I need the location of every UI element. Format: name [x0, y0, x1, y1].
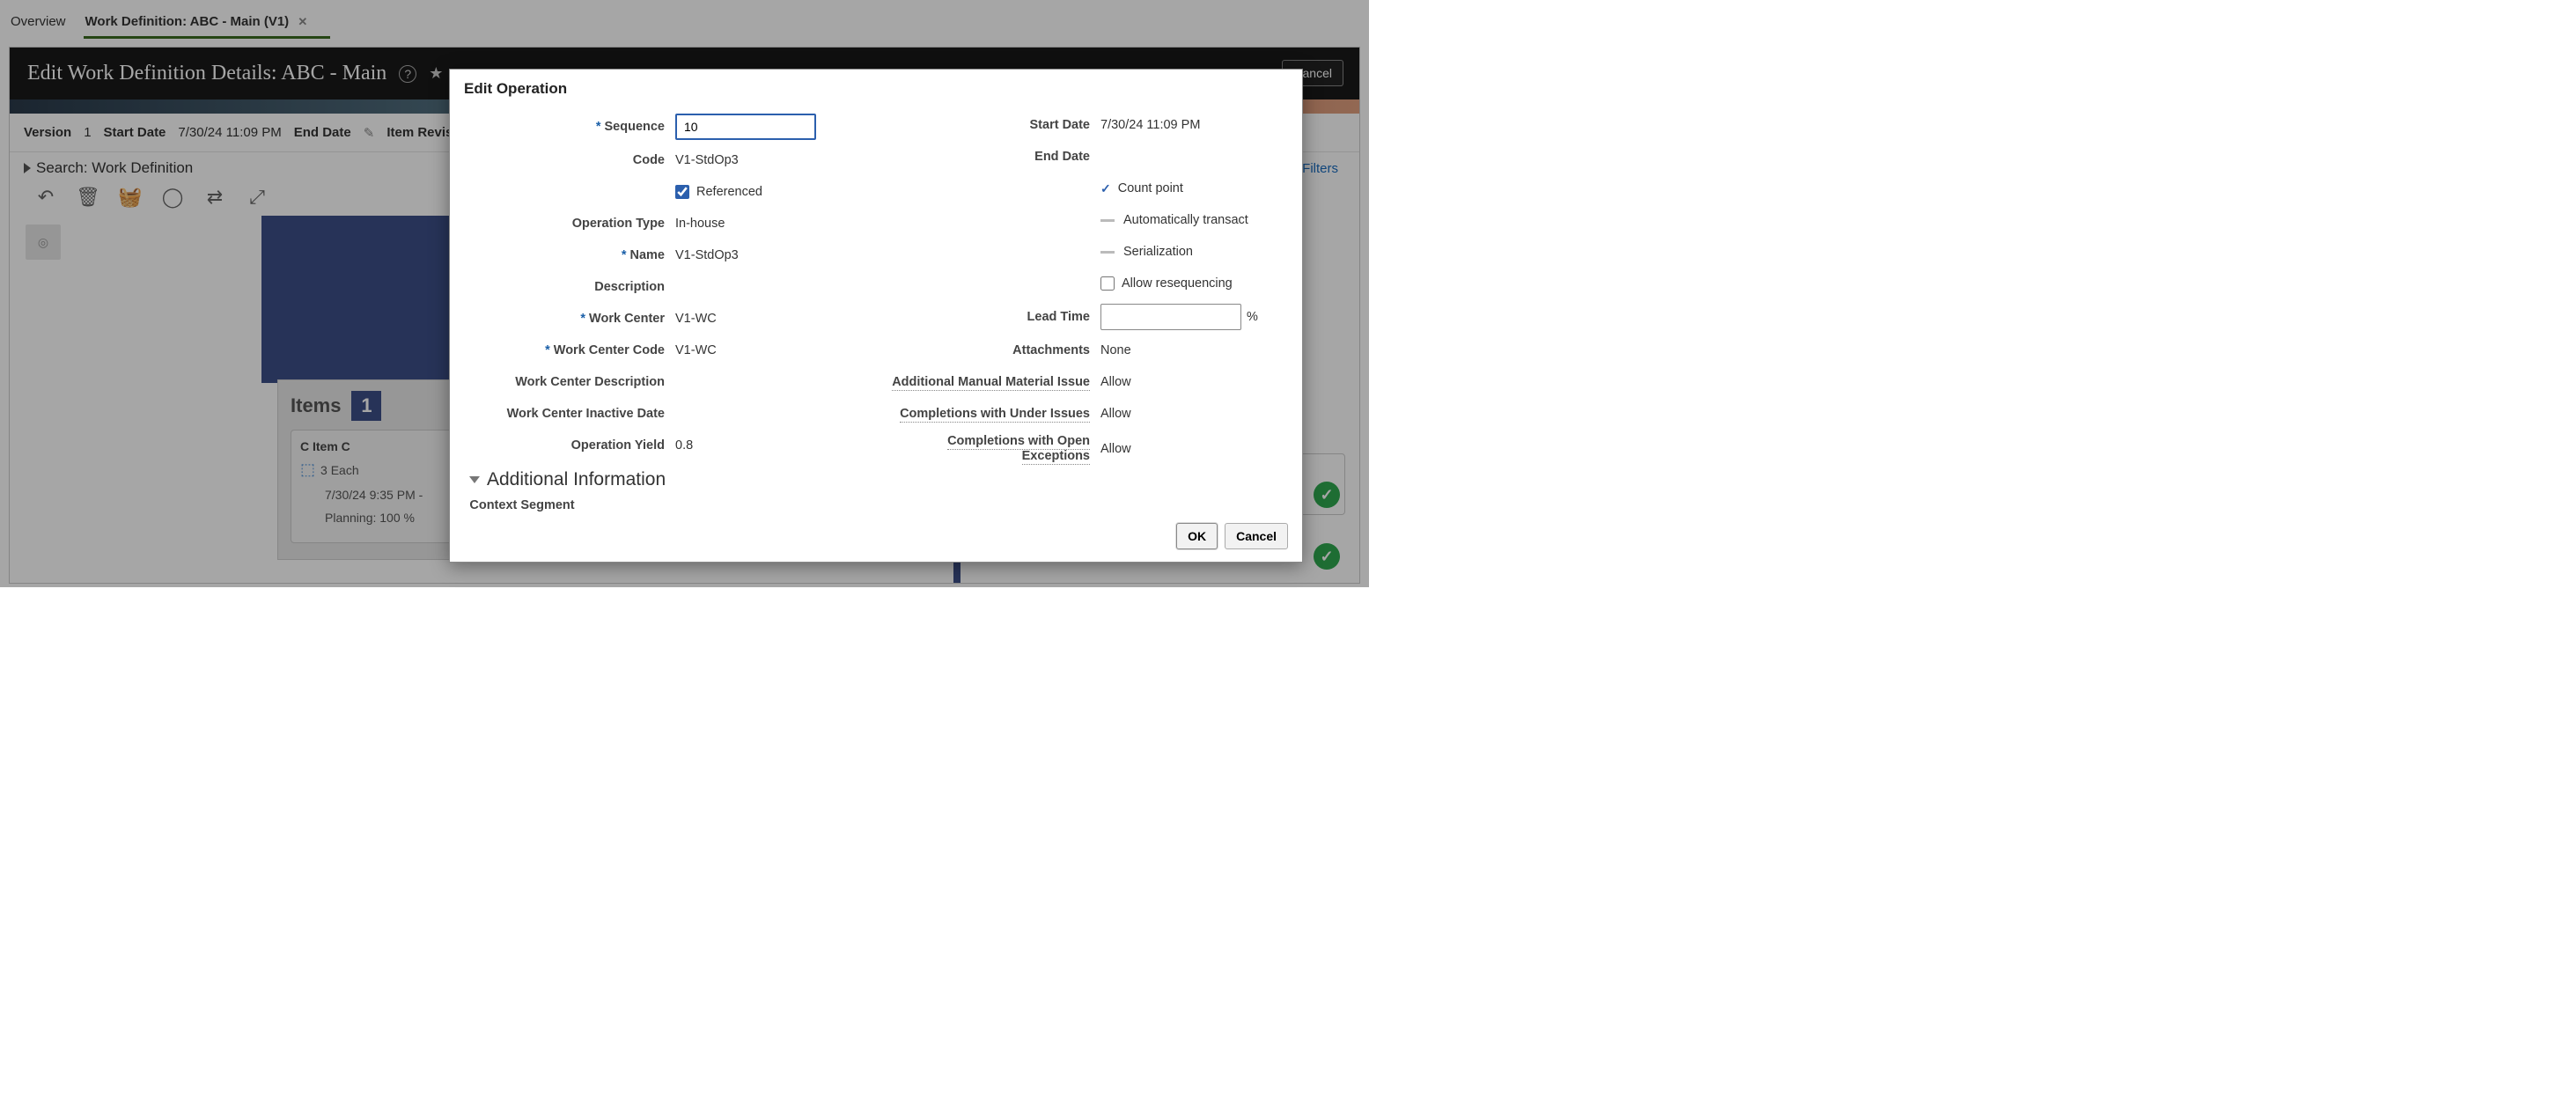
items-count-badge: 1 [351, 391, 381, 421]
count-point-label: Count point [1118, 181, 1183, 195]
auto-transact-label: Automatically transact [1123, 213, 1248, 227]
check-icon: ✓ [1100, 181, 1111, 196]
close-icon[interactable]: ✕ [298, 15, 307, 28]
tab-overview[interactable]: Overview [9, 9, 68, 38]
items-title-label: Items [291, 394, 341, 417]
tab-work-definition-label: Work Definition: ABC - Main (V1) [85, 14, 290, 29]
cube-icon: ⬚ [300, 460, 315, 479]
modal-start-date-label: Start Date [889, 118, 1100, 132]
dialog-title: Edit Operation [464, 80, 1288, 98]
allow-resequencing-checkbox[interactable] [1100, 276, 1115, 291]
item-qty: 3 Each [320, 463, 359, 477]
name-label: Name [464, 248, 675, 262]
start-date-value: 7/30/24 11:09 PM [178, 125, 281, 140]
item-date: 7/30/24 9:35 PM - [325, 488, 448, 502]
allow-resequencing-label: Allow resequencing [1122, 276, 1233, 291]
end-date-label: End Date [294, 125, 351, 140]
star-icon[interactable]: ★ [429, 64, 443, 83]
search-label: Search: Work Definition [36, 159, 193, 177]
items-panel: Items 1 C Item C ⬚ 3 Each 7/30/24 9:35 P… [277, 379, 471, 560]
swap-icon[interactable]: ⇄ [203, 186, 226, 209]
dialog-right-column: Start Date 7/30/24 11:09 PM End Date ✓ C… [889, 114, 1288, 514]
version-label: Version [24, 125, 71, 140]
work-center-code-label: Work Center Code [464, 343, 675, 357]
compass-icon[interactable]: ◎ [26, 224, 61, 260]
percent-label: % [1247, 310, 1258, 324]
additional-info-header[interactable]: Additional Information [469, 469, 863, 490]
work-center-inactive-label: Work Center Inactive Date [464, 407, 675, 421]
modal-start-date-value: 7/30/24 11:09 PM [1100, 118, 1200, 132]
additional-info-label: Additional Information [487, 469, 666, 490]
name-value: V1-StdOp3 [675, 248, 739, 262]
work-center-desc-label: Work Center Description [464, 375, 675, 389]
referenced-label: Referenced [696, 185, 762, 199]
delete-icon[interactable]: 🗑 [77, 186, 99, 209]
referenced-checkbox[interactable] [675, 185, 689, 199]
version-value: 1 [84, 125, 91, 140]
item-card[interactable]: C Item C ⬚ 3 Each 7/30/24 9:35 PM - Plan… [291, 430, 458, 543]
expand-fullscreen-icon[interactable]: ⤢ [246, 186, 269, 209]
disabled-checkbox-icon [1100, 251, 1115, 254]
coe-value: Allow [1100, 442, 1131, 456]
tab-work-definition[interactable]: Work Definition: ABC - Main (V1) ✕ [84, 9, 310, 38]
lead-time-label: Lead Time [889, 310, 1100, 324]
dialog-left-column: Sequence Code V1-StdOp3 Referenced Opera… [464, 114, 863, 514]
operation-yield-label: Operation Yield [464, 438, 675, 453]
items-title: Items 1 [291, 391, 458, 421]
operation-node[interactable] [261, 216, 473, 383]
check-circle-icon[interactable]: ◯ [161, 186, 184, 209]
page-title: Edit Work Definition Details: ABC - Main [27, 62, 386, 85]
dialog-footer: OK Cancel [464, 523, 1288, 549]
check-circle-icon: ✓ [1314, 482, 1340, 508]
ok-button[interactable]: OK [1176, 523, 1218, 549]
cui-value: Allow [1100, 407, 1131, 421]
op-type-label: Operation Type [464, 217, 675, 231]
check-circle-icon: ✓ [1314, 543, 1340, 570]
lead-time-input[interactable] [1100, 304, 1241, 330]
attachments-value: None [1100, 343, 1131, 357]
serialization-label: Serialization [1123, 245, 1193, 259]
undo-icon[interactable]: ↶ [34, 186, 57, 209]
disabled-checkbox-icon [1100, 219, 1115, 222]
code-value: V1-StdOp3 [675, 153, 739, 167]
expand-icon[interactable] [24, 163, 31, 173]
coe-label: Completions with Open Exceptions [889, 434, 1100, 465]
description-label: Description [464, 280, 675, 294]
context-segment-label: Context Segment [469, 497, 575, 514]
op-type-value: In-house [675, 217, 725, 231]
collapse-icon [469, 476, 480, 483]
ammi-value: Allow [1100, 375, 1131, 389]
cui-label: Completions with Under Issues [889, 407, 1100, 421]
work-center-label: Work Center [464, 312, 675, 326]
edit-icon[interactable]: ✎ [364, 125, 375, 141]
basket-icon[interactable]: 🧺 [119, 186, 142, 209]
item-planning: Planning: 100 % [325, 511, 448, 525]
ammi-label: Additional Manual Material Issue [889, 375, 1100, 389]
item-name: C Item C [300, 439, 448, 453]
sequence-input[interactable] [675, 114, 816, 140]
cancel-button[interactable]: Cancel [1225, 523, 1288, 549]
work-center-value: V1-WC [675, 312, 717, 326]
work-center-code-value: V1-WC [675, 343, 717, 357]
attachments-label: Attachments [889, 343, 1100, 357]
help-icon[interactable]: ? [399, 65, 416, 83]
tabs-bar: Overview Work Definition: ABC - Main (V1… [0, 0, 1369, 38]
sequence-label: Sequence [464, 120, 675, 134]
edit-operation-dialog: Edit Operation Sequence Code V1-StdOp3 R… [449, 69, 1303, 563]
start-date-label: Start Date [104, 125, 166, 140]
operation-yield-value: 0.8 [675, 438, 693, 453]
modal-end-date-label: End Date [889, 150, 1100, 164]
code-label: Code [464, 153, 675, 167]
